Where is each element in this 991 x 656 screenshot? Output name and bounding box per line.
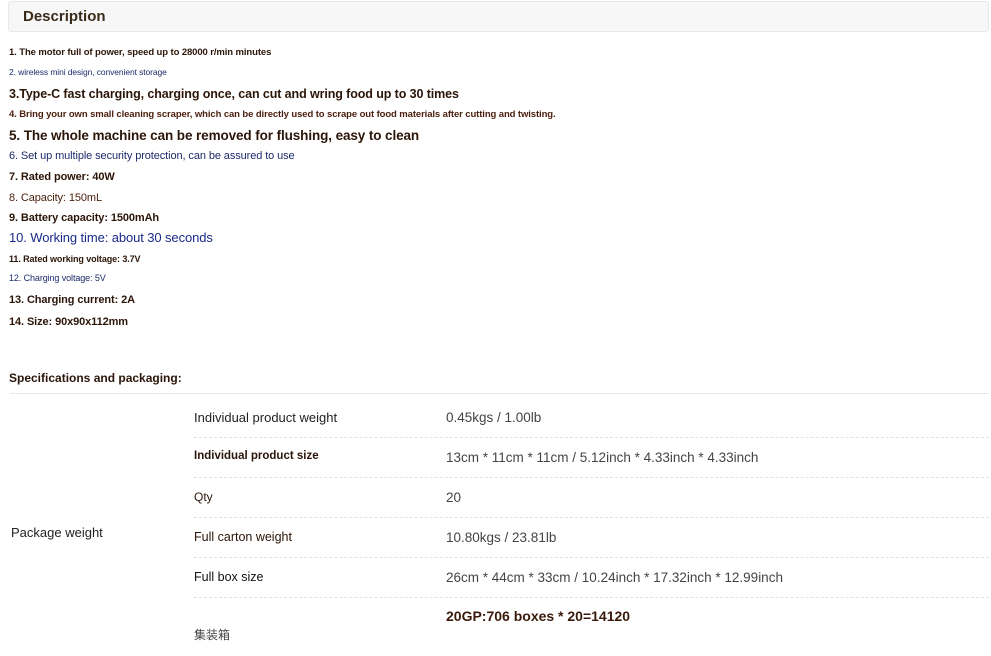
specs-divider: [10, 393, 989, 394]
spec-row-value: 0.45kgs / 1.00lb: [446, 410, 542, 425]
row-divider: [194, 437, 989, 438]
spec-row-label: Individual product size: [194, 450, 319, 462]
spec-row-value: 10.80kgs / 23.81lb: [446, 530, 557, 545]
feature-item: 4. Bring your own small cleaning scraper…: [9, 109, 556, 120]
spec-row-value: 26cm * 44cm * 33cm / 10.24inch * 17.32in…: [446, 570, 783, 585]
row-divider: [194, 597, 989, 598]
feature-item: 7. Rated power: 40W: [9, 171, 115, 183]
feature-item: 2. wireless mini design, convenient stor…: [9, 67, 167, 77]
spec-row-value: 13cm * 11cm * 11cm / 5.12inch * 4.33inch…: [446, 450, 759, 465]
feature-item: 13. Charging current: 2A: [9, 294, 135, 306]
feature-item: 1. The motor full of power, speed up to …: [9, 47, 272, 58]
row-divider: [194, 477, 989, 478]
feature-item: 12. Charging voltage: 5V: [9, 273, 106, 283]
spec-row-label: Individual product weight: [194, 410, 338, 425]
spec-row-label: Full box size: [194, 570, 264, 584]
package-weight-label: Package weight: [11, 525, 103, 540]
description-title: Description: [23, 8, 106, 25]
feature-item: 14. Size: 90x90x112mm: [9, 316, 128, 328]
spec-row-label: Qty: [194, 490, 213, 504]
spec-row-label: Full carton weight: [194, 530, 292, 544]
row-divider: [194, 517, 989, 518]
feature-item: 3.Type-C fast charging, charging once, c…: [9, 87, 459, 101]
feature-item: 6. Set up multiple security protection, …: [9, 150, 295, 162]
description-header: Description: [8, 1, 989, 32]
feature-item: 11. Rated working voltage: 3.7V: [9, 254, 141, 264]
feature-item: 9. Battery capacity: 1500mAh: [9, 212, 160, 224]
spec-row-value: 20GP:706 boxes * 20=14120: [446, 608, 631, 624]
row-divider: [194, 557, 989, 558]
specs-title: Specifications and packaging:: [9, 371, 182, 385]
feature-item: 5. The whole machine can be removed for …: [9, 128, 420, 143]
spec-row-value: 20: [446, 490, 462, 505]
feature-item: 8. Capacity: 150mL: [9, 192, 102, 204]
feature-item: 10. Working time: about 30 seconds: [9, 230, 213, 245]
spec-row-label: 集装箱: [194, 628, 231, 642]
